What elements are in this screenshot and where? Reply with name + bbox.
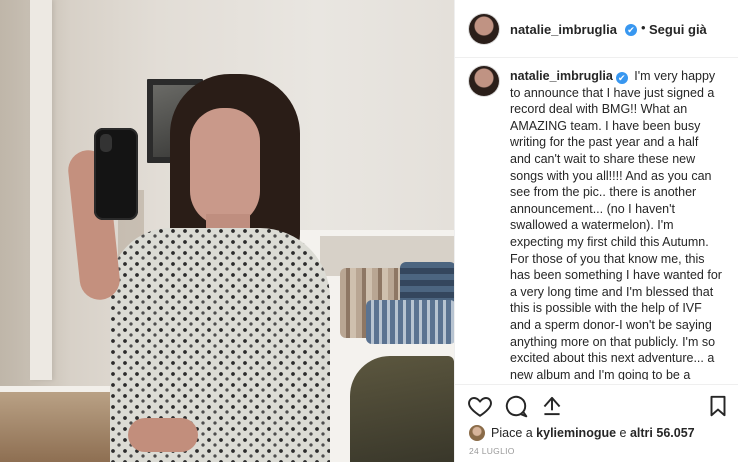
header-separator: • [641, 20, 646, 35]
photo-pillow [366, 300, 454, 344]
post-photo[interactable] [0, 0, 454, 462]
verified-badge-icon: ✔ [615, 72, 628, 84]
photo-person-face [190, 108, 260, 226]
caption-username[interactable]: natalie_imbruglia [510, 69, 613, 83]
photo-door-frame [30, 0, 52, 380]
likes-middle: e [616, 426, 630, 440]
comment-icon [505, 395, 528, 418]
following-button[interactable]: Segui già [649, 22, 707, 37]
photo-person-hand [128, 418, 198, 452]
caption: natalie_imbruglia ✔ I'm very happy to ann… [510, 68, 722, 380]
liker-username[interactable]: kylieminogue [536, 426, 616, 440]
verified-badge-icon: ✔ [625, 24, 637, 36]
photo-throw-blanket [350, 356, 454, 462]
post-sidebar: natalie_imbruglia ✔ • Segui già natalie_… [454, 0, 738, 462]
like-button[interactable] [467, 393, 493, 419]
profile-avatar[interactable] [469, 14, 499, 44]
likes-prefix: Piace a [491, 426, 537, 440]
bookmark-icon [710, 395, 726, 417]
comment-button[interactable] [503, 393, 529, 419]
save-button[interactable] [705, 393, 731, 419]
post-date[interactable]: 24 LUGLIO [469, 446, 515, 456]
caption-avatar[interactable] [469, 66, 499, 96]
header-username[interactable]: natalie_imbruglia [510, 22, 617, 37]
action-bar [455, 384, 738, 424]
caption-text: I'm very happy to announce that I have j… [510, 69, 722, 380]
photo-smartphone [94, 128, 138, 220]
likes-others-link[interactable]: altri 56.057 [630, 426, 695, 440]
share-icon [543, 396, 561, 416]
liker-avatar [469, 425, 485, 441]
post-header: natalie_imbruglia ✔ • Segui già [455, 0, 738, 58]
share-button[interactable] [539, 393, 565, 419]
instagram-post: natalie_imbruglia ✔ • Segui già natalie_… [0, 0, 738, 462]
likes-summary: Piace a kylieminogue e altri 56.057 [469, 424, 729, 442]
caption-section: natalie_imbruglia ✔ I'm very happy to ann… [455, 58, 738, 380]
heart-icon [468, 397, 492, 417]
